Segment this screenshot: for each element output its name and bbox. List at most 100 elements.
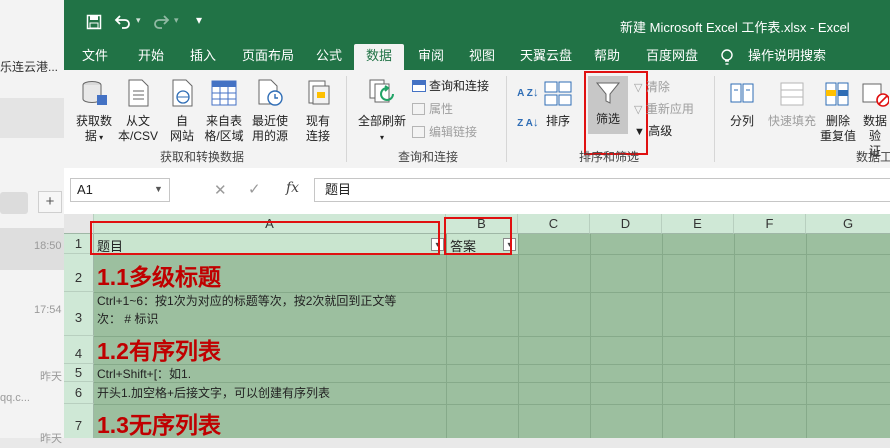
tab-file[interactable]: 文件 (80, 44, 110, 70)
existing-connections-button[interactable]: 现有 连接 (300, 78, 336, 144)
cell-a6[interactable]: 开头1.加空格+后接文字，可以创建有序列表 (97, 384, 330, 401)
name-box-dropdown-icon[interactable]: ▼ (154, 184, 163, 194)
from-web-button[interactable]: 自 网站 (164, 78, 200, 144)
sort-ascending-icon: A Z (517, 88, 533, 99)
tab-view[interactable]: 视图 (467, 44, 497, 70)
column-header-g[interactable]: G (806, 214, 890, 234)
cell-a2[interactable]: 1.1多级标题 (97, 258, 221, 292)
advanced-filter-button[interactable]: ▼ 高级 (634, 123, 672, 140)
get-data-button[interactable]: 获取数 据 ▾ (72, 78, 116, 145)
edit-links-label: 编辑链接 (429, 125, 478, 139)
undo-dropdown-icon[interactable]: ▾ (136, 15, 141, 26)
recent-sources-button[interactable]: 最近使 用的源 (248, 78, 292, 144)
row-header-4[interactable]: 4 (64, 336, 94, 364)
cancel-icon[interactable]: ✕ (214, 181, 227, 199)
advanced-filter-icon: ▼ (634, 126, 645, 138)
sort-descending-button[interactable]: Z A↓ (516, 114, 540, 130)
from-web-label: 自 (175, 114, 188, 128)
cell-a3-line-1[interactable]: Ctrl+1~6：按1次为对应的标题等次，按2次就回到正文等 (97, 292, 396, 309)
formula-bar: A1 ▼ ✕ ✓ fx 题目 (64, 168, 890, 215)
group-label-queries: 查询和连接 (398, 150, 459, 164)
clear-filter-label: 清除 (645, 80, 670, 94)
queries-connections-button[interactable]: 查询和连接 (412, 78, 489, 94)
row-header-2[interactable]: 2 (64, 254, 94, 292)
from-table-button[interactable]: 来自表 格/区域 (202, 78, 246, 144)
annotation-highlight-b1 (444, 217, 512, 255)
edit-links-button[interactable]: 编辑链接 (412, 124, 477, 140)
redo-icon[interactable] (152, 12, 170, 34)
row-header-5[interactable]: 5 (64, 364, 94, 382)
tab-insert[interactable]: 插入 (188, 44, 218, 70)
reapply-button[interactable]: ▽ 重新应用 (634, 101, 694, 118)
from-table-label: 来自表 (205, 114, 242, 128)
chat-item-title[interactable]: 乐连云港... (0, 58, 64, 75)
row-header-7[interactable]: 7 (64, 404, 94, 438)
tab-page-layout[interactable]: 页面布局 (240, 44, 296, 70)
data-validation-icon (860, 80, 890, 112)
undo-icon[interactable] (114, 12, 132, 34)
chat-preview: qq.c... (0, 392, 30, 404)
from-csv-button[interactable]: 从文 本/CSV (116, 78, 160, 144)
column-header-f[interactable]: F (734, 214, 806, 234)
recent-sources-label: 最近使 (251, 114, 288, 128)
remove-duplicates-label: 删除 (825, 114, 850, 128)
flash-fill-button[interactable]: 快速填充 (764, 80, 820, 129)
from-csv-label: 从文 (125, 114, 150, 128)
redo-dropdown-icon[interactable]: ▾ (174, 15, 179, 26)
cell-a4[interactable]: 1.2有序列表 (97, 332, 221, 366)
refresh-all-button[interactable]: 全部刷新 ▾ (354, 78, 410, 145)
gridline (94, 404, 890, 405)
chat-search-box[interactable] (0, 192, 28, 214)
confirm-icon[interactable]: ✓ (248, 180, 261, 198)
tell-me-search[interactable]: 操作说明搜索 (746, 44, 828, 70)
ribbon-separator (506, 76, 507, 162)
cell-area[interactable]: 题目 ▾ 答案 ▾ 1.1多级标题 Ctrl+1~6：按1次为对应的标题等次，按… (94, 234, 890, 438)
properties-button[interactable]: 属性 (412, 101, 453, 117)
cell-a3-line-2[interactable]: 次： # 标识 (97, 310, 158, 327)
cell-a5[interactable]: Ctrl+Shift+[：如1. (97, 365, 191, 382)
customize-qat-icon[interactable]: ▾ (196, 13, 202, 27)
title-bar: ▾ ▾ ▾ 新建 Microsoft Excel 工作表.xlsx - Exce… (64, 0, 890, 44)
clear-filter-button[interactable]: ▽ 清除 (634, 79, 670, 96)
sort-ascending-button[interactable]: A Z↓ (516, 84, 540, 100)
row-header-3[interactable]: 3 (64, 292, 94, 336)
tab-home[interactable]: 开始 (136, 44, 166, 70)
from-csv-label-2: 本/CSV (117, 129, 158, 143)
cell-a7[interactable]: 1.3无序列表 (97, 406, 221, 440)
table-icon (202, 78, 246, 112)
column-header-d[interactable]: D (590, 214, 662, 234)
row-header-6[interactable]: 6 (64, 382, 94, 404)
refresh-icon (354, 78, 410, 112)
flash-fill-label: 快速填充 (767, 114, 816, 128)
tab-review[interactable]: 审阅 (416, 44, 446, 70)
tab-tianyi-cloud[interactable]: 天翼云盘 (518, 44, 574, 70)
web-icon (164, 78, 200, 112)
tab-formulas[interactable]: 公式 (314, 44, 344, 70)
background-chat-app: 乐连云港... + 18:50 17:54 昨天 qq.c... 昨天 (0, 0, 65, 445)
text-to-columns-button[interactable]: 分列 (724, 80, 760, 129)
from-web-label-2: 网站 (169, 129, 194, 143)
chat-panel-divider (0, 98, 64, 138)
tab-baidu-netdisk[interactable]: 百度网盘 (644, 44, 700, 70)
refresh-dropdown-icon[interactable]: ▾ (380, 133, 384, 142)
add-button[interactable]: + (38, 191, 62, 213)
group-label-get-data: 获取和转换数据 (160, 150, 245, 164)
remove-duplicates-button[interactable]: 删除 重复值 (818, 80, 858, 144)
refresh-all-label: 全部刷新 (357, 114, 406, 128)
insert-function-icon[interactable]: fx (286, 180, 299, 196)
sort-descending-icon: Z A (517, 118, 533, 129)
tab-help[interactable]: 帮助 (592, 44, 622, 70)
formula-input[interactable]: 题目 (314, 178, 890, 202)
ribbon-separator (714, 76, 715, 162)
edit-links-icon (412, 126, 425, 138)
queries-icon (412, 80, 426, 92)
flash-fill-icon (764, 80, 820, 112)
sort-button[interactable]: 排序 (542, 80, 574, 129)
save-icon[interactable] (86, 14, 102, 34)
properties-label: 属性 (429, 102, 454, 116)
column-header-c[interactable]: C (518, 214, 590, 234)
data-validation-label: 数据验 (862, 114, 887, 143)
column-header-e[interactable]: E (662, 214, 734, 234)
reapply-icon: ▽ (634, 104, 643, 116)
tab-data[interactable]: 数据 (354, 44, 404, 70)
